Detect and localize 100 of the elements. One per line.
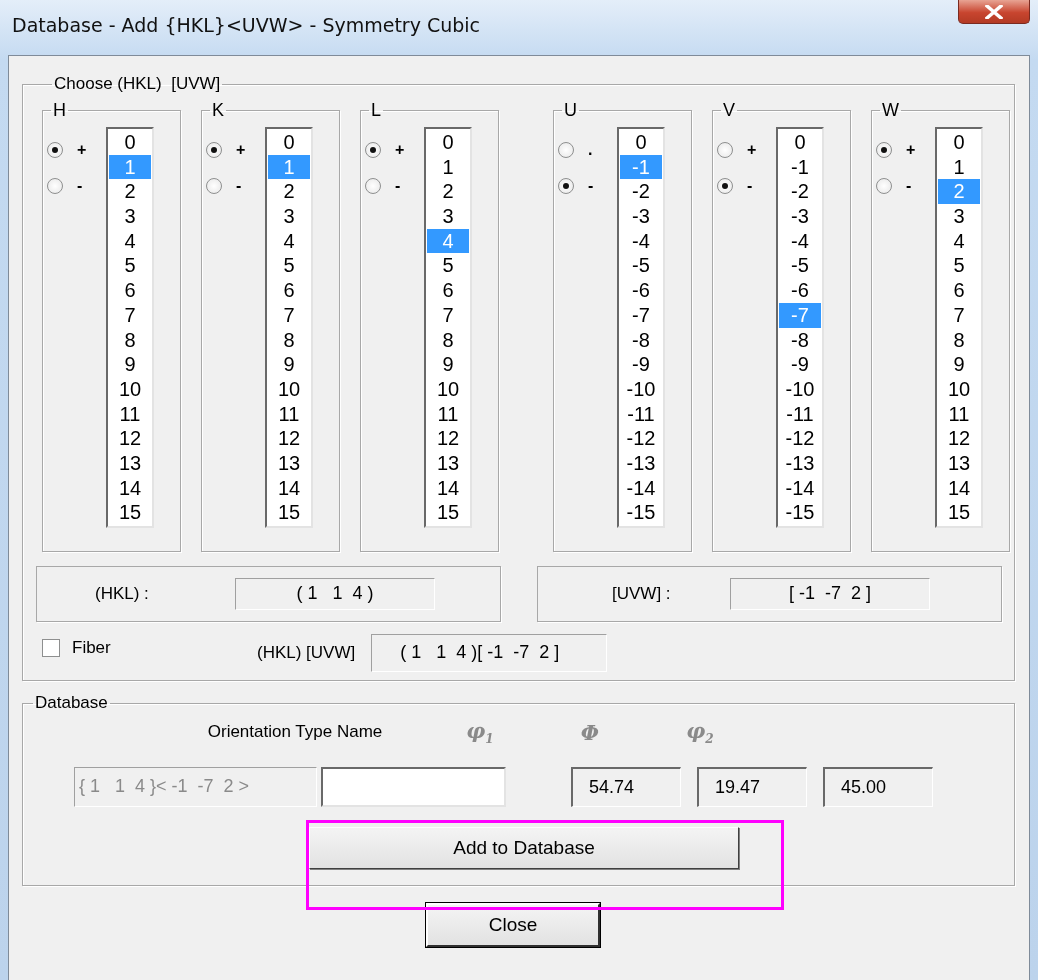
list-item[interactable]: 6 — [268, 278, 310, 303]
list-item[interactable]: 2 — [268, 179, 310, 205]
list-item[interactable]: 10 — [427, 376, 469, 402]
list-item[interactable]: -5 — [620, 253, 662, 279]
list-item[interactable]: -14 — [620, 475, 662, 501]
value-list[interactable]: 0 -1 -2 -3 -4 -5 -6 -7 -8 -9 -10 -11 -12 -13 -14 -15 — [617, 127, 665, 528]
list-item[interactable]: 11 — [268, 401, 310, 427]
list-item[interactable]: 11 — [427, 401, 469, 427]
list-item[interactable]: 8 — [109, 327, 151, 353]
list-item[interactable]: 6 — [427, 278, 469, 303]
list-item[interactable]: -2 — [779, 179, 821, 205]
list-item[interactable]: 9 — [427, 352, 469, 377]
list-item[interactable]: 11 — [938, 401, 980, 427]
list-item[interactable]: -2 — [620, 179, 662, 205]
radio-button[interactable] — [558, 178, 574, 194]
list-item[interactable]: 4 — [109, 228, 151, 254]
list-item[interactable]: 9 — [938, 352, 980, 377]
list-item[interactable]: 13 — [109, 450, 151, 476]
radio-button[interactable] — [717, 142, 733, 158]
list-item[interactable]: 5 — [427, 253, 469, 279]
list-item[interactable]: -4 — [620, 228, 662, 254]
list-item[interactable]: 4 — [938, 228, 980, 254]
list-item[interactable]: 3 — [427, 204, 469, 229]
list-item[interactable]: 1 — [938, 154, 980, 180]
list-item[interactable]: -8 — [620, 327, 662, 353]
radio-button[interactable] — [876, 178, 892, 194]
list-item[interactable]: -15 — [779, 500, 821, 525]
list-item[interactable]: -12 — [779, 426, 821, 451]
list-item[interactable]: -11 — [620, 401, 662, 427]
list-item[interactable]: 0 — [427, 130, 469, 155]
list-item[interactable]: 13 — [427, 450, 469, 476]
list-item[interactable]: -15 — [620, 500, 662, 525]
list-item[interactable]: 6 — [109, 278, 151, 303]
list-item[interactable]: 7 — [427, 302, 469, 328]
list-item[interactable]: 10 — [938, 376, 980, 402]
close-dialog-button[interactable]: Close — [426, 903, 600, 947]
list-item[interactable]: -3 — [620, 204, 662, 229]
radio-button[interactable] — [365, 178, 381, 194]
value-list[interactable]: 0 1 2 3 4 5 6 7 8 9 10 11 12 13 14 15 — [265, 127, 313, 528]
value-list[interactable]: 0 1 2 3 4 5 6 7 8 9 10 11 12 13 14 15 — [935, 127, 983, 528]
list-item[interactable]: 5 — [109, 253, 151, 279]
list-item[interactable]: -1 — [779, 154, 821, 180]
radio-button[interactable] — [558, 142, 574, 158]
list-item[interactable]: 8 — [268, 327, 310, 353]
radio-button[interactable] — [47, 178, 63, 194]
list-item[interactable]: 7 — [938, 302, 980, 328]
list-item[interactable]: -5 — [779, 253, 821, 279]
list-item[interactable]: -10 — [620, 376, 662, 402]
radio-button[interactable] — [47, 142, 63, 158]
list-item[interactable]: 3 — [268, 204, 310, 229]
list-item[interactable]: -9 — [620, 352, 662, 377]
list-item[interactable]: 0 — [620, 130, 662, 155]
list-item[interactable]: 10 — [268, 376, 310, 402]
list-item[interactable]: -8 — [779, 327, 821, 353]
list-item[interactable]: 5 — [938, 253, 980, 279]
list-item[interactable]: 2 — [109, 179, 151, 205]
checkbox[interactable] — [42, 639, 60, 657]
list-item[interactable]: 10 — [109, 376, 151, 402]
list-item[interactable]: -13 — [620, 450, 662, 476]
list-item[interactable]: 13 — [938, 450, 980, 476]
list-item[interactable]: 0 — [109, 130, 151, 155]
list-item[interactable]: 15 — [427, 500, 469, 525]
list-item[interactable]: -3 — [779, 204, 821, 229]
list-item[interactable]: 15 — [109, 500, 151, 525]
value-list[interactable]: 0 1 2 3 4 5 6 7 8 9 10 11 12 13 14 15 — [424, 127, 472, 528]
list-item[interactable]: -11 — [779, 401, 821, 427]
list-item[interactable]: -12 — [620, 426, 662, 451]
list-item[interactable]: 14 — [427, 475, 469, 501]
list-item[interactable]: -4 — [779, 228, 821, 254]
list-item[interactable]: 15 — [268, 500, 310, 525]
list-item[interactable]: 12 — [938, 426, 980, 451]
list-item[interactable]: 0 — [779, 130, 821, 155]
list-item[interactable]: -9 — [779, 352, 821, 377]
list-item[interactable]: -14 — [779, 475, 821, 501]
list-item[interactable]: 4 — [268, 228, 310, 254]
list-item[interactable]: 3 — [938, 204, 980, 229]
list-item[interactable]: 13 — [268, 450, 310, 476]
radio-button[interactable] — [876, 142, 892, 158]
list-item[interactable]: 2 — [427, 179, 469, 205]
list-item[interactable]: 12 — [109, 426, 151, 451]
list-item[interactable]: 12 — [268, 426, 310, 451]
name-input-field[interactable] — [321, 767, 506, 807]
radio-button[interactable] — [717, 178, 733, 194]
list-item[interactable]: 7 — [268, 302, 310, 328]
radio-button[interactable] — [365, 142, 381, 158]
list-item[interactable]: 1 — [427, 154, 469, 180]
list-item[interactable]: 8 — [938, 327, 980, 353]
list-item[interactable]: 14 — [938, 475, 980, 501]
list-item[interactable]: 6 — [938, 278, 980, 303]
list-item[interactable]: -7 — [620, 302, 662, 328]
close-button[interactable] — [958, 0, 1030, 24]
list-item[interactable]: 12 — [427, 426, 469, 451]
value-list[interactable]: 0 -1 -2 -3 -4 -5 -6 -7 -8 -9 -10 -11 -12 -13 -14 -15 — [776, 127, 824, 528]
list-item[interactable]: 9 — [109, 352, 151, 377]
list-item[interactable]: -10 — [779, 376, 821, 402]
list-item[interactable]: 14 — [268, 475, 310, 501]
list-item[interactable]: 0 — [938, 130, 980, 155]
list-item[interactable]: -13 — [779, 450, 821, 476]
list-item[interactable]: -6 — [779, 278, 821, 303]
list-item[interactable]: 11 — [109, 401, 151, 427]
